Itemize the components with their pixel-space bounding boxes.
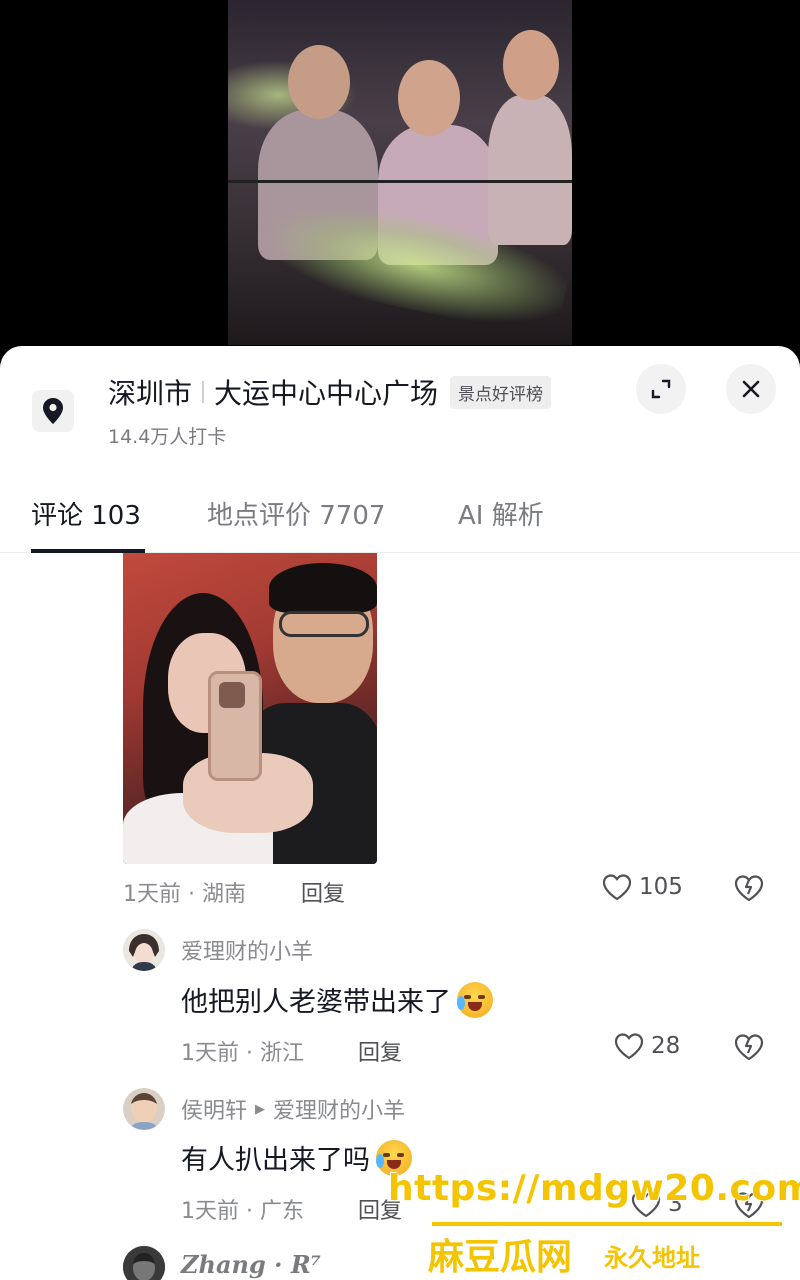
reply-button[interactable]: 回复 [358,1035,402,1067]
avatar[interactable] [123,1088,165,1130]
comment-username[interactable]: Zhang · R⁷ [181,1250,321,1279]
username-text: 爱理财的小羊 [181,940,314,965]
comment-text: 他把别人老婆带出来了 [181,980,493,1019]
comment-time-location: 1天前 · 浙江 [181,1041,304,1066]
like-button[interactable]: 105 [601,872,683,902]
audience-person [488,95,572,245]
ranking-badge[interactable]: 景点好评榜 [450,375,552,409]
comment-username[interactable]: 侯明轩 ▶ 爱理财的小羊 [181,1093,405,1125]
heart-icon [602,874,632,901]
dislike-icon[interactable] [733,873,765,903]
comment-time-location: 1天前 · 湖南 [123,882,246,907]
audience-head [288,45,350,119]
tab-comments[interactable]: 评论 103 [31,495,141,532]
close-icon [742,380,760,398]
avatar[interactable] [123,1246,165,1280]
child-avatar-icon [123,1088,165,1130]
comment-text: 有人扒出来了吗 [181,1138,412,1177]
tab-place-reviews[interactable]: 地点评价 7707 [207,495,385,532]
photo-phone [208,671,262,781]
watermark-underline [432,1222,782,1226]
avatar[interactable] [123,929,165,971]
audience-head [503,30,559,100]
watermark-brand: 麻豆瓜网 [428,1237,573,1278]
comment-body: 他把别人老婆带出来了 [181,987,451,1018]
reply-arrow-icon: ▶ [255,1101,266,1117]
photo-glasses [279,611,369,637]
location-pin-icon [43,398,63,424]
comment-body: 有人扒出来了吗 [181,1145,370,1176]
watermark-url: https://mdgw20.com [388,1168,800,1209]
railing [228,180,572,183]
location-place: 大运中心中心广场 [214,377,439,410]
checkin-count: 14.4万人打卡 [108,426,227,448]
tab-ai-analysis[interactable]: AI 解析 [458,495,544,532]
location-pin-badge [32,390,74,432]
location-city: 深圳市 [108,377,193,410]
like-count: 28 [651,1033,681,1059]
comment-username[interactable]: 爱理财的小羊 [181,934,313,966]
tab-bar: 评论 103 地点评价 7707 AI 解析 [0,495,800,553]
audience-head [398,60,460,136]
dislike-icon[interactable] [733,1032,765,1062]
reply-to-username[interactable]: 爱理财的小羊 [273,1093,405,1125]
comment-image[interactable] [123,553,377,864]
like-count: 105 [639,874,683,900]
video-frame [228,0,572,345]
expand-icon [651,379,671,399]
username-text: 侯明轩 [181,1099,248,1124]
reply-button[interactable]: 回复 [301,876,345,908]
expand-button[interactable] [636,364,686,414]
heart-icon [614,1033,644,1060]
close-button[interactable] [726,364,776,414]
crying-laughing-emoji-icon [457,981,493,1018]
title-divider [202,381,205,403]
watermark-slogan: 永久地址 [604,1244,700,1272]
like-button[interactable]: 28 [613,1031,680,1061]
video-preview[interactable] [0,0,800,360]
photo-man-hair [269,563,377,613]
man-avatar-icon [123,1246,165,1280]
anime-avatar-icon [123,929,165,971]
location-title[interactable]: 深圳市 大运中心中心广场 景点好评榜 [108,372,552,412]
comment-time-location: 1天前 · 广东 [181,1199,304,1224]
